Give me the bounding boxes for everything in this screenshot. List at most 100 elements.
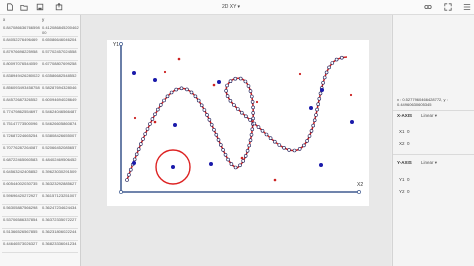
table-row[interactable]: 0.59696420272927 0.36157123251007 [2, 193, 78, 205]
curve-marker [317, 96, 322, 101]
cell-y[interactable]: 0.36247234624434 [42, 205, 80, 210]
cell-x[interactable]: 0.53706586337854 [3, 217, 41, 222]
cell-x[interactable]: 0.44646573026327 [3, 241, 41, 246]
curve-plot[interactable]: Y1 X2 [107, 40, 369, 206]
curve-marker [247, 143, 251, 148]
curve-marker [282, 146, 286, 150]
cell-y[interactable]: 0.36231806022244 [42, 229, 80, 234]
cell-x[interactable]: 0.77479862554697 [3, 109, 41, 114]
y1-label: Y1 [399, 177, 405, 182]
chevron-down-icon: ▾ [434, 113, 438, 118]
cell-x[interactable]: 0.70776287264087 [3, 145, 41, 150]
table-row[interactable]: 0.84052276496469 0.65086646046204 [2, 37, 78, 49]
table-row[interactable]: 0.56305887566298 0.36247234624434 [2, 205, 78, 217]
curve-marker [302, 143, 306, 148]
table-row[interactable]: 0.68722465060583 0.48402469506452 [2, 157, 78, 169]
curve-marker [225, 94, 230, 98]
app-title[interactable]: 2D XY▾ [222, 2, 240, 12]
cell-x[interactable]: 0.60544002030735 [3, 181, 41, 186]
y2-field[interactable]: 0 [407, 189, 410, 194]
curve-marker [214, 133, 219, 137]
link-icon[interactable] [424, 3, 432, 11]
blue-point [209, 162, 213, 166]
cell-x[interactable]: 0.87976698225958 [3, 49, 41, 54]
cell-y[interactable]: 0.41208684520046200 [42, 25, 80, 35]
cell-x[interactable]: 0.72687224665254 [3, 133, 41, 138]
y-scale-select[interactable]: Linear ▾ [421, 160, 437, 166]
cell-y[interactable]: 0.54624046566487 [42, 109, 80, 114]
curve-marker [155, 107, 160, 112]
table-row[interactable]: 0.72687224665254 0.53808426655007 [2, 133, 78, 145]
cell-y[interactable]: 0.48402469506452 [42, 157, 80, 162]
expand-icon[interactable] [444, 3, 452, 11]
cell-y[interactable]: 0.36323292885627 [42, 181, 80, 186]
cell-x[interactable]: 0.80097076544059 [3, 61, 41, 66]
cell-y[interactable]: 0.36372335072227 [42, 217, 80, 222]
save-icon[interactable] [36, 3, 44, 11]
export-icon[interactable] [55, 3, 63, 11]
cell-y[interactable]: 0.54626605860874 [42, 121, 80, 126]
cell-y[interactable]: 0.58287694328046 [42, 85, 80, 90]
cell-x[interactable]: 0.68722465060583 [3, 157, 41, 162]
cell-x[interactable]: 0.856093493458758 [3, 85, 41, 90]
cell-y[interactable]: 0.60094694028649 [42, 97, 80, 102]
table-row[interactable]: 0.856093493458758 0.58287694328046 [2, 85, 78, 97]
x1-field[interactable]: 0 [407, 129, 410, 134]
curve-marker [212, 128, 216, 132]
cell-y[interactable]: 0.39623030291509 [42, 169, 80, 174]
curve-markers [125, 55, 344, 182]
chevron-down-icon: ▾ [237, 4, 240, 10]
table-row[interactable]: 0.51366526567855 0.36231806022244 [2, 229, 78, 241]
cell-x[interactable]: 0.51366526567855 [3, 229, 41, 234]
cell-y[interactable]: 0.63586682548552 [42, 73, 80, 78]
cell-y[interactable]: 0.36157123251007 [42, 193, 80, 198]
red-point [153, 120, 157, 124]
cell-y[interactable]: 0.36823336041234 [42, 241, 80, 246]
cell-y[interactable]: 0.67708807699258 [42, 61, 80, 66]
blue-point [350, 120, 354, 124]
table-row[interactable]: 0.87976698225958 0.57702457024558 [2, 49, 78, 61]
table-row[interactable]: 0.84572687326552 0.60094694028649 [2, 97, 78, 109]
y1-field[interactable]: 0 [407, 177, 410, 182]
red-point [133, 116, 137, 120]
table-row[interactable]: 0.60544002030735 0.36323292885627 [2, 181, 78, 193]
y-scale-value: Linear [421, 160, 434, 165]
table-row[interactable]: 0.77479862554697 0.54624046566487 [2, 109, 78, 121]
top-bar: 2D XY▾ [0, 0, 474, 15]
cell-x[interactable]: 0.84572687326552 [3, 97, 41, 102]
table-row[interactable]: 0.847086636766598 0.41208684520046200 [2, 25, 80, 37]
cell-y[interactable]: 0.65086646046204 [42, 37, 80, 42]
cell-y[interactable]: 0.52066452085657 [42, 145, 80, 150]
cursor-coordinates: x : 0.5277960466428772, y : 0.4496063060… [397, 97, 448, 107]
cell-x[interactable]: 0.75147773500096 [3, 121, 41, 126]
cell-x[interactable]: 0.838949426280022 [3, 73, 41, 78]
table-row[interactable]: 0.838949426280022 0.63586682548552 [2, 73, 78, 85]
curve-marker [327, 65, 331, 70]
file-icon[interactable] [6, 3, 14, 11]
cell-x[interactable]: 0.64563242405852 [3, 169, 41, 174]
table-row[interactable]: 0.53706586337854 0.36372335072227 [2, 217, 78, 229]
curve-marker [145, 127, 150, 131]
cell-x[interactable]: 0.56305887566298 [3, 205, 41, 210]
table-row[interactable]: 0.70776287264087 0.52066452085657 [2, 145, 78, 157]
cell-x[interactable]: 0.847086636766598 [3, 25, 41, 30]
blue-point [171, 165, 175, 169]
curve-marker [251, 116, 255, 121]
cell-y[interactable]: 0.53808426655007 [42, 133, 80, 138]
cell-x[interactable]: 0.59696420272927 [3, 193, 41, 198]
table-row[interactable]: 0.80097076544059 0.67708807699258 [2, 61, 78, 73]
red-point [255, 100, 259, 104]
cell-y[interactable]: 0.57702457024558 [42, 49, 80, 54]
plot-canvas[interactable]: Y1 X2 [107, 40, 369, 206]
curve-marker [244, 114, 248, 119]
cell-x[interactable]: 0.84052276496469 [3, 37, 41, 42]
curve-marker [250, 127, 255, 132]
x-scale-select[interactable]: Linear ▾ [421, 113, 437, 119]
table-row[interactable]: 0.64563242405852 0.39623030291509 [2, 169, 78, 181]
folder-icon[interactable] [20, 3, 28, 11]
x2-field[interactable]: 0 [407, 141, 410, 146]
table-row[interactable]: 0.44646573026327 0.36823336041234 [2, 241, 78, 253]
menu-icon[interactable] [463, 3, 471, 11]
table-row[interactable]: 0.75147773500096 0.54626605860874 [2, 121, 78, 133]
curve-marker [196, 98, 201, 103]
